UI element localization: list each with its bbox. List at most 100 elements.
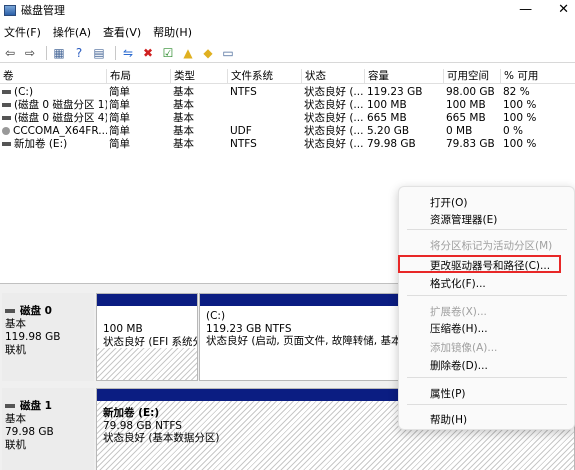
menu-separator: [407, 404, 567, 405]
close-button[interactable]: ✕: [558, 2, 569, 17]
column-header[interactable]: 文件系统: [227, 69, 301, 84]
disk-icon: [5, 404, 15, 408]
disk-icon: [5, 309, 15, 313]
table-cell: 665 MB: [446, 112, 486, 124]
connect-icon[interactable]: ⇋: [120, 45, 136, 61]
table-cell: 82 %: [503, 86, 530, 98]
column-header[interactable]: 布局: [106, 69, 170, 84]
table-cell: 基本: [173, 86, 194, 98]
column-header[interactable]: 卷: [0, 69, 106, 84]
menu-item: 扩展卷(X)...: [430, 306, 487, 318]
minimize-button[interactable]: —: [519, 2, 532, 17]
column-header[interactable]: % 可用: [500, 69, 572, 84]
table-cell: 简单: [109, 99, 130, 111]
toolbar-separator: [46, 45, 47, 60]
menu-item[interactable]: 压缩卷(H)...: [430, 321, 488, 336]
table-row[interactable]: 新加卷 (E:) 简单 基本 NTFS 状态良好 (... 79.98 GB 79.83 G…: [0, 138, 575, 151]
column-header[interactable]: 类型: [170, 69, 227, 84]
table-cell: 0 MB: [446, 125, 473, 137]
table-cell: 简单: [109, 86, 130, 98]
table-cell: 100 MB: [367, 99, 407, 111]
toolbar: ⇦ ⇨ ▦? ▤ ⇋ ✖ ☑ ▲ ◆ ▭: [0, 43, 575, 63]
menu-item[interactable]: 打开(O): [430, 195, 467, 210]
volume-icon: [2, 103, 11, 107]
partition-size: 100 MB: [103, 323, 143, 335]
volume-list-header: 卷布局 类型 文件系统 状态 容量 可用空间% 可用: [0, 69, 575, 84]
menu-action[interactable]: 操作(A): [53, 24, 91, 40]
menu-item[interactable]: 资源管理器(E): [430, 212, 497, 227]
table-cell: 状态良好 (...: [304, 125, 364, 137]
view-icon[interactable]: ▭: [220, 45, 236, 61]
back-icon[interactable]: ⇦: [2, 45, 18, 61]
table-row[interactable]: (磁盘 0 磁盘分区 1) 简单 基本 状态良好 (... 100 MB 100 MB 10…: [0, 99, 575, 112]
volume-icon: [2, 142, 11, 146]
table-cell: 100 %: [503, 138, 537, 150]
table-row[interactable]: (磁盘 0 磁盘分区 4) 简单 基本 状态良好 (... 665 MB 665 MB 10…: [0, 112, 575, 125]
cd-icon: [2, 127, 10, 135]
table-cell: 665 MB: [367, 112, 407, 124]
table-cell: NTFS: [230, 138, 257, 150]
table-cell: 100 MB: [446, 99, 486, 111]
title-bar: 磁盘管理 — ✕: [0, 0, 575, 20]
menu-item[interactable]: 删除卷(D)...: [430, 358, 488, 373]
column-header[interactable]: 状态: [301, 69, 364, 84]
disk-info-1[interactable]: 磁盘 1 基本 79.98 GB 联机: [2, 388, 94, 470]
column-header[interactable]: 容量: [364, 69, 443, 84]
disk-info-0[interactable]: 磁盘 0 基本 119.98 GB 联机: [2, 293, 94, 381]
forward-icon[interactable]: ⇨: [22, 45, 38, 61]
menu-separator: [407, 377, 567, 378]
volume-name: (C:): [14, 86, 34, 98]
disk-status: 联机: [5, 344, 26, 356]
table-row[interactable]: (C:) 简单 基本 NTFS 状态良好 (... 119.23 GB 98.00 GB 82…: [0, 86, 575, 99]
menu-item[interactable]: 帮助(H): [430, 412, 467, 427]
table-cell: 79.98 GB: [367, 138, 416, 150]
disk-status: 联机: [5, 439, 26, 451]
table-cell: CCCOMA_X64FR...: [2, 125, 107, 138]
menu-view[interactable]: 查看(V): [103, 24, 141, 40]
table-cell: 基本: [173, 99, 194, 111]
volume-name: 新加卷 (E:): [14, 138, 68, 150]
table-cell: 简单: [109, 125, 130, 137]
volume-list: 卷布局 类型 文件系统 状态 容量 可用空间% 可用 (C:) 简单 基本 NTFS 状态良好 (.…: [0, 69, 575, 151]
table-cell: 0 %: [503, 125, 523, 137]
refresh-list-icon[interactable]: ▤: [91, 45, 107, 61]
disk-name: 磁盘 1: [20, 400, 52, 412]
menu-file[interactable]: 文件(F): [4, 24, 41, 40]
table-cell: 79.83 GB: [446, 138, 495, 150]
disk-type: 基本: [5, 318, 26, 330]
folder-find-icon[interactable]: ◆: [200, 45, 216, 61]
volume-name: (磁盘 0 磁盘分区 1): [14, 99, 107, 111]
column-header[interactable]: 可用空间: [443, 69, 500, 84]
disk-name: 磁盘 0: [20, 305, 52, 317]
table-cell: 新加卷 (E:): [2, 138, 107, 151]
menu-item[interactable]: 格式化(F)...: [430, 276, 486, 291]
menu-help[interactable]: 帮助(H): [153, 24, 192, 40]
table-cell: 状态良好 (...: [304, 138, 364, 150]
table-cell: 100 %: [503, 99, 537, 111]
partition-efi[interactable]: 100 MB 状态良好 (EFI 系统分区): [96, 293, 198, 381]
menu-item: 添加镜像(A)...: [430, 342, 498, 354]
partition-status: 状态良好 (EFI 系统分区): [103, 335, 197, 348]
table-cell: (磁盘 0 磁盘分区 4): [2, 112, 107, 125]
delete-icon[interactable]: ✖: [140, 45, 156, 61]
menu-separator: [407, 295, 567, 296]
toolbar-separator: [115, 45, 116, 60]
table-cell: 简单: [109, 138, 130, 150]
volume-icon: [2, 90, 11, 94]
table-cell: 基本: [173, 112, 194, 124]
table-cell: NTFS: [230, 86, 257, 98]
help-icon[interactable]: ?: [71, 45, 87, 61]
table-cell: 基本: [173, 138, 194, 150]
folder-up-icon[interactable]: ▲: [180, 45, 196, 61]
disk-size: 79.98 GB: [5, 426, 54, 438]
table-cell: 状态良好 (...: [304, 99, 364, 111]
table-cell: (C:): [2, 86, 107, 99]
properties-icon[interactable]: ▦: [51, 45, 67, 61]
menu-separator: [407, 229, 567, 230]
menu-item[interactable]: 属性(P): [430, 386, 466, 401]
table-row[interactable]: CCCOMA_X64FR... 简单 基本 UDF 状态良好 (... 5.20 GB 0 …: [0, 125, 575, 138]
table-cell: 100 %: [503, 112, 537, 124]
table-cell: 119.23 GB: [367, 86, 423, 98]
check-icon[interactable]: ☑: [160, 45, 176, 61]
table-cell: 基本: [173, 125, 194, 137]
